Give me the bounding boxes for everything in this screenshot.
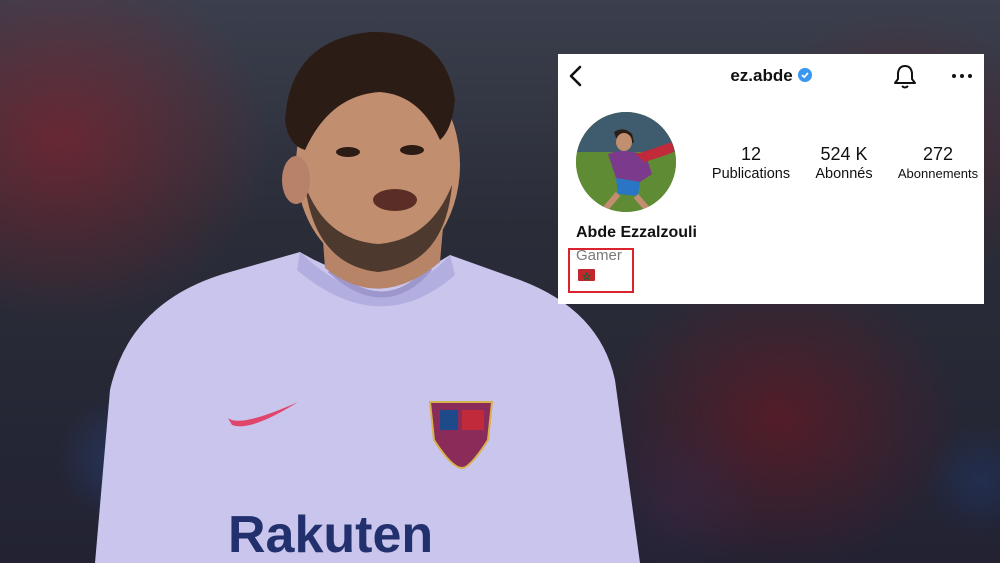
- avatar-image: [576, 112, 676, 212]
- more-options-icon[interactable]: [948, 64, 976, 88]
- highlight-box: [568, 248, 634, 293]
- stat-followers[interactable]: 524 K Abonnés: [800, 144, 888, 182]
- instagram-profile-card: ez.abde 12 Publications 524 K Abonnés 27…: [558, 54, 984, 304]
- bell-icon[interactable]: [891, 62, 919, 90]
- profile-full-name: Abde Ezzalzouli: [576, 224, 697, 241]
- stat-publications[interactable]: 12 Publications: [706, 144, 796, 182]
- jersey-sponsor: Rakuten: [228, 506, 433, 563]
- username-title: ez.abde: [558, 66, 984, 86]
- verified-badge-icon: [797, 68, 812, 82]
- stat-label: Abonnements: [897, 166, 979, 181]
- stat-label: Abonnés: [815, 166, 873, 182]
- profile-avatar[interactable]: [576, 112, 676, 212]
- stat-label: Publications: [711, 166, 791, 182]
- stat-value: 524 K: [820, 144, 868, 164]
- stat-value: 12: [740, 144, 762, 164]
- profile-header: ez.abde: [558, 54, 984, 98]
- username-text: ez.abde: [730, 66, 793, 85]
- stat-following[interactable]: 272 Abonnements: [892, 144, 984, 181]
- stat-value: 272: [922, 144, 954, 164]
